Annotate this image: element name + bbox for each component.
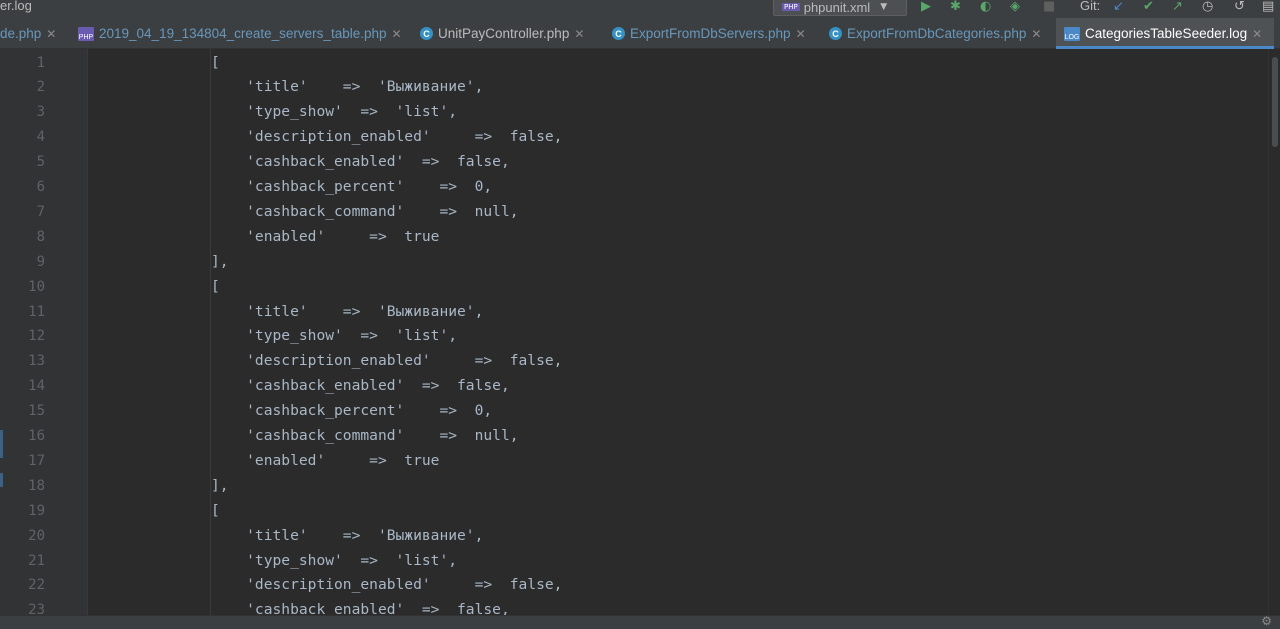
line-number: 22 — [28, 577, 45, 594]
class-icon: C — [420, 27, 433, 40]
code-line[interactable]: [ — [88, 51, 220, 76]
tab-label: ExportFromDbCategories.php — [847, 26, 1027, 41]
line-number: 9 — [36, 253, 45, 270]
log-file-icon: LOG — [1064, 26, 1080, 41]
close-icon[interactable]: ✕ — [796, 27, 806, 41]
stop-icon[interactable]: ■ — [1043, 0, 1055, 14]
code-line[interactable]: 'enabled' => true — [88, 225, 439, 250]
code-line[interactable]: 'description_enabled' => false, — [88, 125, 562, 150]
git-commit-icon[interactable]: ✔ — [1143, 0, 1154, 14]
code-line[interactable]: 'type_show' => 'list', — [88, 324, 457, 349]
close-icon[interactable]: ✕ — [1252, 27, 1262, 41]
class-icon: C — [612, 27, 625, 40]
line-number-gutter[interactable]: 1 2 3 4 5 6 7 8 9 10 11 12 13 14 15 16 17 18 19 20 21 22 23 — [0, 49, 88, 618]
line-number: 16 — [28, 428, 45, 444]
code-line[interactable]: 'description_enabled' => false, — [88, 349, 562, 374]
chevron-down-icon: ▼ — [880, 2, 888, 12]
code-line[interactable]: 'cashback_command' => null, — [88, 424, 518, 449]
line-number: 14 — [28, 378, 45, 395]
line-number: 2 — [36, 79, 45, 96]
tab-categories-table-seeder-log[interactable]: LOG CategoriesTableSeeder.log ✕ — [1056, 18, 1274, 49]
line-number: 20 — [28, 527, 45, 544]
code-line[interactable]: 'description_enabled' => false, — [88, 573, 562, 598]
tab-de-php[interactable]: de.php ✕ — [0, 18, 70, 49]
run-config-label: phpunit.xml — [803, 0, 871, 15]
code-line[interactable]: ], — [88, 250, 229, 275]
coverage-icon[interactable]: ◐ — [980, 0, 991, 14]
status-bar: ⚙ — [0, 614, 1280, 629]
editor-tab-bar: de.php ✕ PHP 2019_04_19_134804_create_se… — [0, 18, 1280, 49]
run-icon[interactable]: ▶ — [921, 0, 931, 14]
line-number: 11 — [28, 303, 45, 320]
gear-icon[interactable]: ⚙ — [1261, 614, 1272, 628]
tab-create-servers-table[interactable]: PHP 2019_04_19_134804_create_servers_tab… — [78, 18, 404, 49]
line-number: 19 — [28, 502, 45, 519]
git-push-icon[interactable]: ↗ — [1172, 0, 1183, 14]
settings-icon[interactable]: ▤ — [1262, 0, 1274, 14]
php-config-icon: PHP — [782, 3, 800, 11]
code-line[interactable]: 'title' => 'Выживание', — [88, 524, 483, 549]
history-icon[interactable]: ◷ — [1202, 0, 1213, 14]
tab-export-from-db-servers[interactable]: C ExportFromDbServers.php ✕ — [612, 18, 816, 49]
line-number: 12 — [28, 328, 45, 345]
profile-icon[interactable]: ◈ — [1010, 0, 1020, 14]
code-line[interactable]: 'enabled' => true — [88, 449, 439, 474]
line-number: 7 — [36, 203, 45, 220]
line-number: 21 — [28, 552, 45, 569]
code-line[interactable]: 'cashback_command' => null, — [88, 200, 518, 225]
tab-export-from-db-categories[interactable]: C ExportFromDbCategories.php ✕ — [829, 18, 1051, 49]
git-update-icon[interactable]: ↙ — [1113, 0, 1124, 14]
run-configuration-dropdown[interactable]: PHP phpunit.xml ▼ — [773, 0, 907, 16]
line-number: 13 — [28, 353, 45, 370]
git-label: Git: — [1080, 0, 1101, 13]
code-line[interactable]: 'cashback_enabled' => false, — [88, 150, 510, 175]
code-line[interactable]: [ — [88, 499, 220, 524]
close-icon[interactable]: ✕ — [1031, 27, 1041, 41]
code-line[interactable]: 'type_show' => 'list', — [88, 549, 457, 574]
line-number: 15 — [28, 403, 45, 420]
title-bar: er.log PHP phpunit.xml ▼ ▶ ✱ ◐ ◈ ■ Git: … — [0, 0, 1280, 18]
line-number: 18 — [28, 477, 45, 494]
tab-label: CategoriesTableSeeder.log — [1085, 26, 1248, 41]
code-line[interactable]: 'cashback_enabled' => false, — [88, 374, 510, 399]
line-number: 10 — [28, 278, 45, 295]
line-number: 4 — [36, 129, 45, 146]
code-line[interactable]: 'cashback_enabled' => false, — [88, 598, 510, 615]
line-number: 8 — [36, 228, 45, 245]
line-number: 1 — [36, 54, 45, 71]
close-icon[interactable]: ✕ — [574, 27, 584, 41]
code-line[interactable]: ], — [88, 474, 229, 499]
tab-label: 2019_04_19_134804_create_servers_table.p… — [99, 26, 387, 41]
code-line[interactable]: 'cashback_percent' => 0, — [88, 399, 492, 424]
code-editor[interactable]: [ 'title' => 'Выживание', 'type_show' =>… — [88, 49, 1268, 615]
window-file-title: er.log — [0, 0, 32, 13]
code-line[interactable]: 'type_show' => 'list', — [88, 100, 457, 125]
line-number: 3 — [36, 104, 45, 121]
code-line[interactable]: [ — [88, 275, 220, 300]
close-icon[interactable]: ✕ — [392, 27, 402, 41]
class-icon: C — [829, 27, 842, 40]
close-icon[interactable]: ✕ — [46, 27, 56, 41]
tab-label: UnitPayController.php — [438, 26, 570, 41]
scrollbar-thumb[interactable] — [1272, 57, 1278, 147]
line-number: 6 — [36, 179, 45, 195]
code-line[interactable]: 'title' => 'Выживание', — [88, 75, 483, 100]
tab-label: de.php — [0, 26, 42, 41]
rollback-icon[interactable]: ↺ — [1234, 0, 1245, 14]
line-number: 17 — [28, 452, 45, 469]
code-line[interactable]: 'title' => 'Выживание', — [88, 300, 483, 325]
line-number: 5 — [36, 154, 45, 171]
code-line[interactable]: 'cashback_percent' => 0, — [88, 175, 492, 200]
tab-unitpay-controller[interactable]: C UnitPayController.php ✕ — [420, 18, 600, 49]
debug-icon[interactable]: ✱ — [950, 0, 961, 14]
vertical-scrollbar[interactable] — [1268, 49, 1280, 615]
tab-label: ExportFromDbServers.php — [630, 26, 791, 41]
php-file-icon: PHP — [78, 26, 94, 41]
